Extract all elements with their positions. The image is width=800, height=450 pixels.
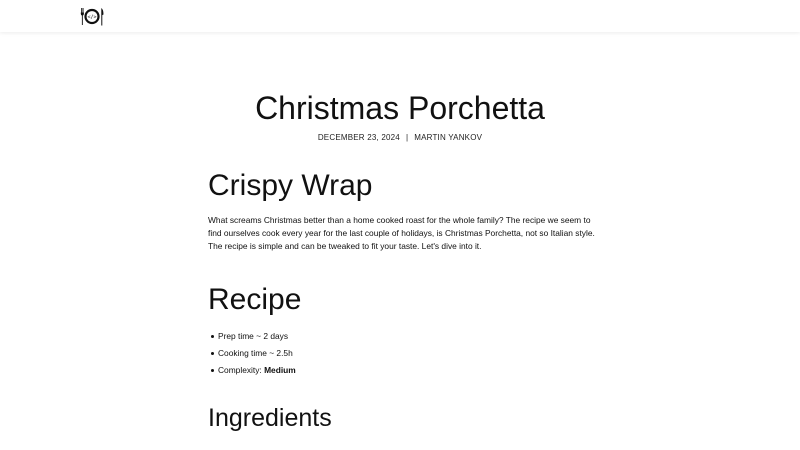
post-title: Christmas Porchetta [255,90,545,126]
cooking-time-text: Cooking time ~ 2.5h [218,348,293,358]
top-navigation-bar: </> [0,0,800,32]
site-logo[interactable]: </> [80,7,105,26]
logo-code-text: </> [87,14,96,20]
prep-time-text: Prep time ~ 2 days [218,331,289,341]
post-meta: DECEMBER 23, 2024 | MARTIN YANKOV [0,133,800,143]
plate-with-fork-and-knife-icon: </> [80,8,104,26]
section-heading-ingredients: Ingredients [208,404,332,432]
post-author: MARTIN YANKOV [414,133,483,142]
complexity-label: Complexity: [218,365,265,375]
recipe-details-list: Prep time ~ 2 days Cooking time ~ 2.5h C… [208,330,296,381]
list-item-cooking-time: Cooking time ~ 2.5h [208,347,296,364]
meta-separator: | [405,133,409,142]
intro-paragraph: What screams Christmas better than a hom… [208,215,595,251]
complexity-value: Medium [264,365,296,375]
section-heading-crispy-wrap: Crispy Wrap [208,169,373,202]
section-heading-recipe: Recipe [208,283,302,316]
list-item-prep-time: Prep time ~ 2 days [208,330,296,347]
list-item-complexity: Complexity: Medium [208,364,296,381]
post-date: DECEMBER 23, 2024 [317,133,400,142]
